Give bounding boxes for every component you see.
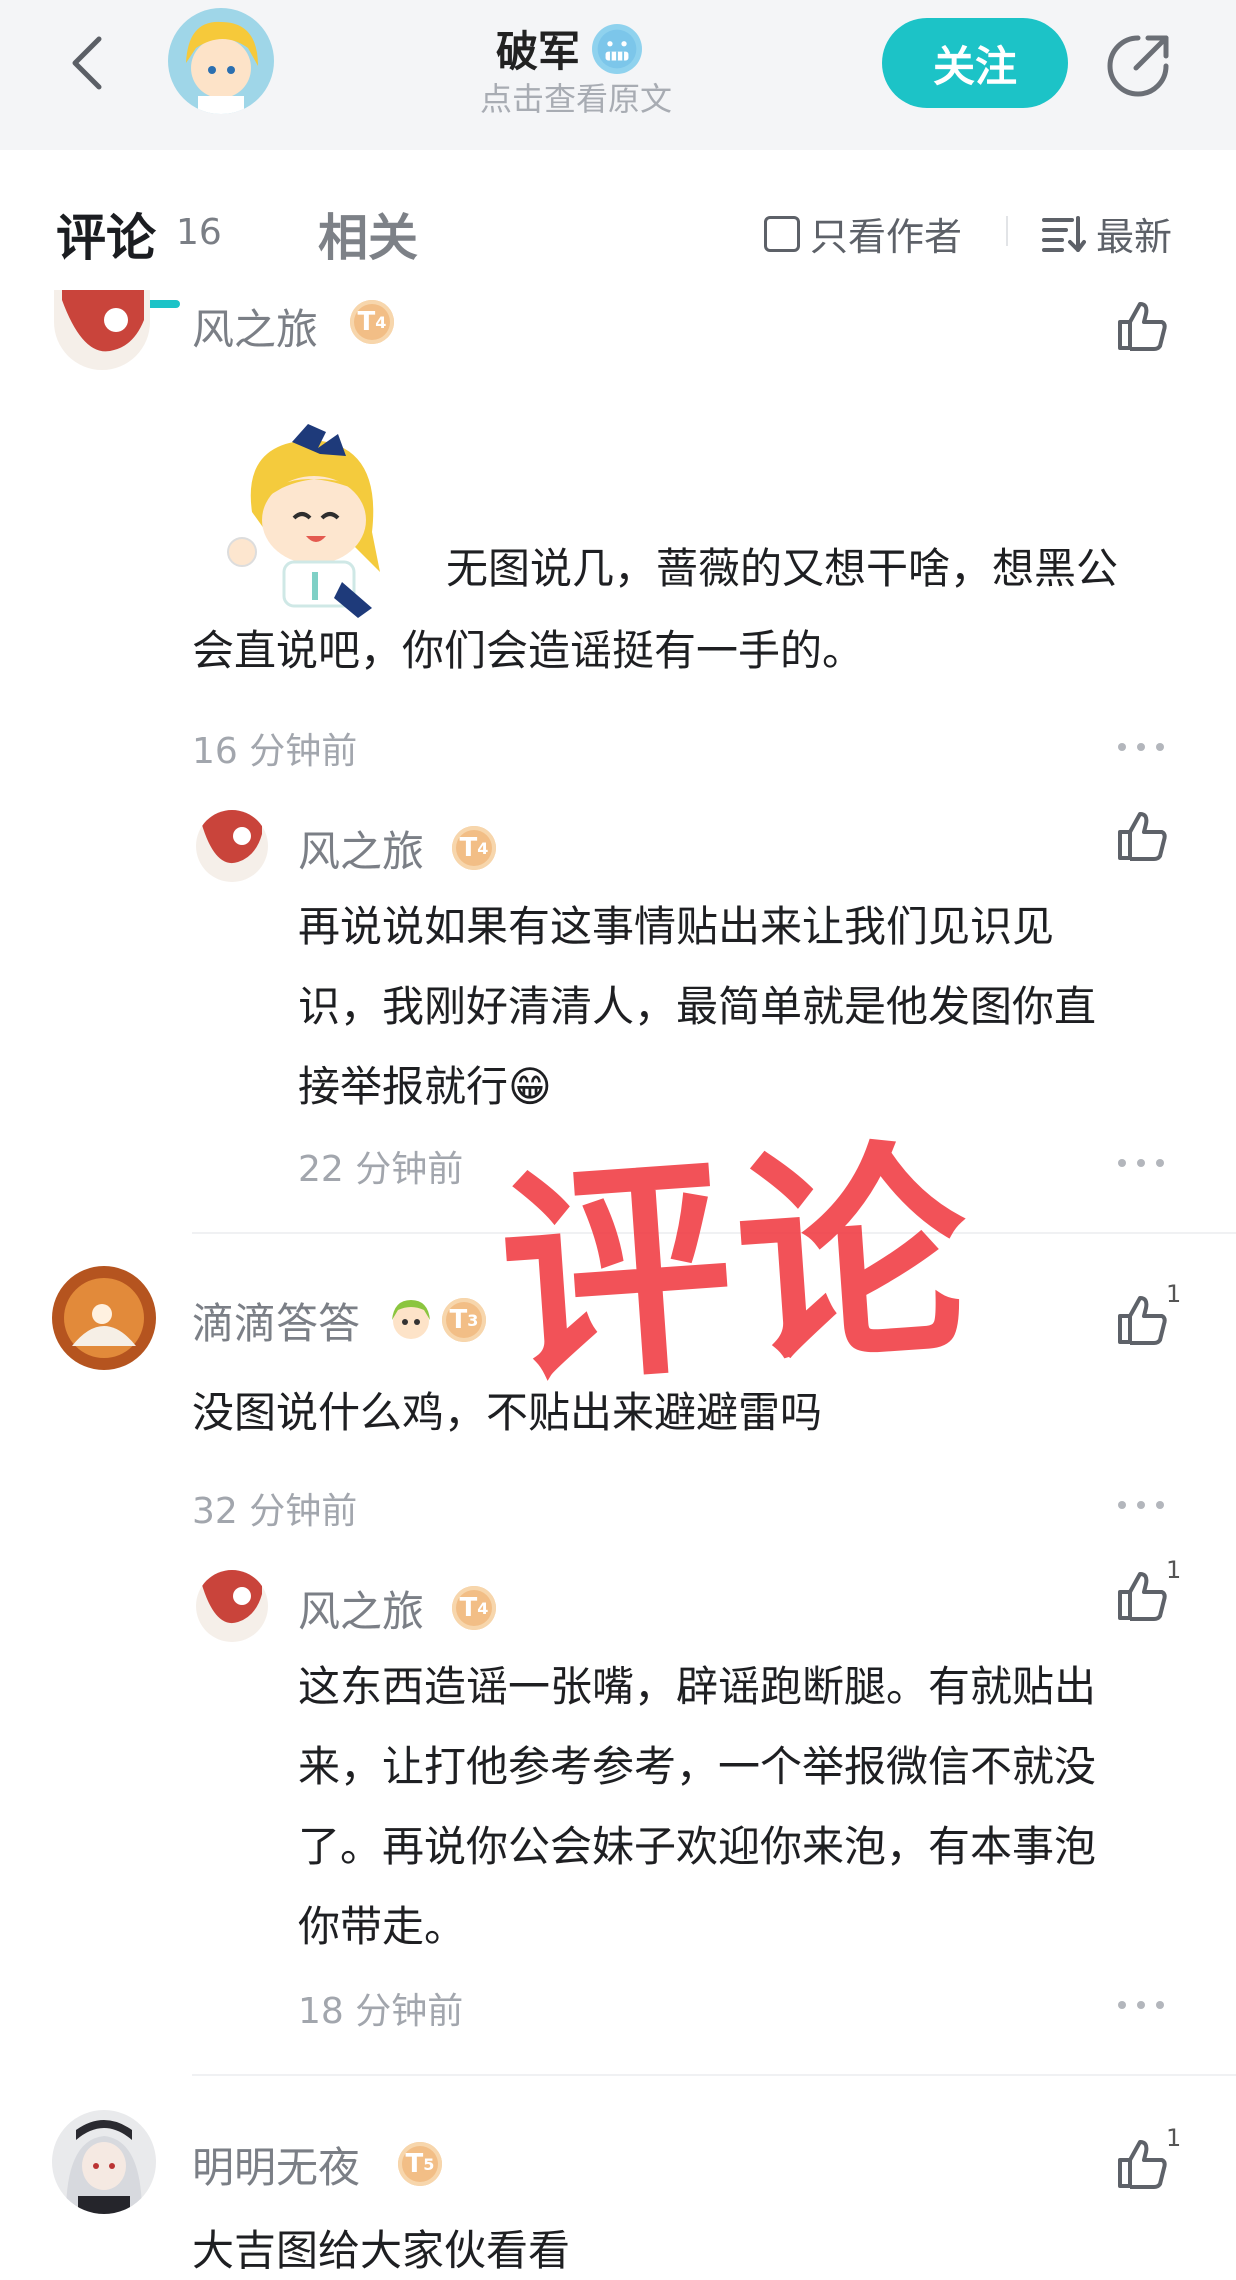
- username[interactable]: 风之旅: [298, 1578, 424, 1639]
- follow-button[interactable]: 关注: [882, 18, 1068, 108]
- timestamp: 32 分钟前: [192, 1491, 358, 1532]
- more-icon[interactable]: [1118, 1998, 1164, 2012]
- like-count: 1: [1166, 1280, 1182, 1308]
- avatar[interactable]: [196, 810, 268, 882]
- checkbox-icon: [764, 215, 800, 252]
- chevron-left-icon: [72, 36, 102, 90]
- comment-text: 大吉图给大家伙看看: [192, 2226, 571, 2275]
- timestamp: 16 分钟前: [192, 731, 358, 772]
- username[interactable]: 风之旅: [298, 818, 424, 879]
- more-icon[interactable]: [1118, 740, 1164, 754]
- comment-tabs: 评论 16 相关 只看作者 最新: [0, 150, 1236, 308]
- only-author-label: 只看作者: [810, 215, 963, 259]
- username[interactable]: 风之旅: [192, 296, 318, 357]
- watermark-stamp: 评论: [492, 1117, 983, 1418]
- cold-face-emoji-icon: [592, 23, 643, 74]
- username[interactable]: 明明无夜: [192, 2134, 360, 2195]
- share-button[interactable]: [1098, 26, 1178, 106]
- avatar[interactable]: [196, 1570, 268, 1642]
- divider: [1006, 216, 1008, 246]
- top-bar: 破军 点击查看原文 关注: [0, 0, 1236, 150]
- tab-related[interactable]: 相关: [318, 198, 418, 270]
- more-icon[interactable]: [1118, 1498, 1164, 1512]
- more-icon[interactable]: [1118, 1156, 1164, 1170]
- reply-text: 识，我刚好清清人，最简单就是他发图你直: [298, 982, 1097, 1031]
- comment-text: 无图说几，蔷薇的又想干啥，想黑公: [446, 544, 1119, 593]
- sort-toggle[interactable]: 最新: [1042, 206, 1172, 261]
- divider: [192, 2074, 1236, 2076]
- reply-text: 了。再说你公会妹子欢迎你来泡，有本事泡: [298, 1822, 1097, 1871]
- like-button[interactable]: [1112, 296, 1172, 356]
- like-button[interactable]: [1112, 806, 1172, 866]
- post-title: 破军: [496, 18, 643, 79]
- sort-icon: [1042, 215, 1086, 252]
- back-button[interactable]: [62, 30, 112, 96]
- comment-count: 16: [176, 212, 222, 253]
- comment-text: 会直说吧，你们会造谣挺有一手的。: [192, 626, 865, 675]
- level-badge: T5: [398, 2142, 442, 2186]
- only-author-toggle[interactable]: 只看作者: [764, 206, 962, 261]
- post-title-text: 破军: [496, 27, 581, 76]
- sticker-image[interactable]: [222, 422, 400, 622]
- reply-text: 再说说如果有这事情贴出来让我们见识见: [298, 902, 1055, 951]
- avatar[interactable]: [52, 2110, 156, 2214]
- share-icon: [1107, 35, 1169, 97]
- sort-label: 最新: [1096, 215, 1173, 259]
- username[interactable]: 滴滴答答: [192, 1290, 360, 1351]
- thumbs-up-icon: [1118, 1296, 1167, 1345]
- timestamp: 22 分钟前: [298, 1149, 464, 1190]
- thumbs-up-icon: [1118, 302, 1167, 351]
- like-button[interactable]: [1112, 2134, 1172, 2194]
- like-count: 1: [1166, 1556, 1182, 1584]
- reply-text: 这东西造谣一张嘴，辟谣跑断腿。有就贴出: [298, 1662, 1097, 1711]
- thumbs-up-icon: [1118, 1572, 1167, 1621]
- green-hair-emoji-icon: [388, 1296, 434, 1342]
- level-badge: T3: [442, 1298, 486, 1342]
- tab-comments[interactable]: 评论: [56, 198, 156, 270]
- author-avatar[interactable]: [168, 8, 274, 114]
- like-button[interactable]: [1112, 1566, 1172, 1626]
- view-original-link[interactable]: 点击查看原文: [480, 74, 672, 120]
- avatar[interactable]: [52, 1266, 156, 1370]
- reply-text: 你带走。: [298, 1902, 467, 1951]
- like-count: 1: [1166, 2124, 1182, 2152]
- timestamp: 18 分钟前: [298, 1991, 464, 2032]
- like-button[interactable]: [1112, 1290, 1172, 1350]
- level-badge: T4: [350, 300, 394, 344]
- reply-text: 来，让打他参考参考，一个举报微信不就没: [298, 1742, 1097, 1791]
- level-badge: T4: [452, 826, 496, 870]
- thumbs-up-icon: [1118, 812, 1167, 861]
- level-badge: T4: [452, 1586, 496, 1630]
- thumbs-up-icon: [1118, 2140, 1167, 2189]
